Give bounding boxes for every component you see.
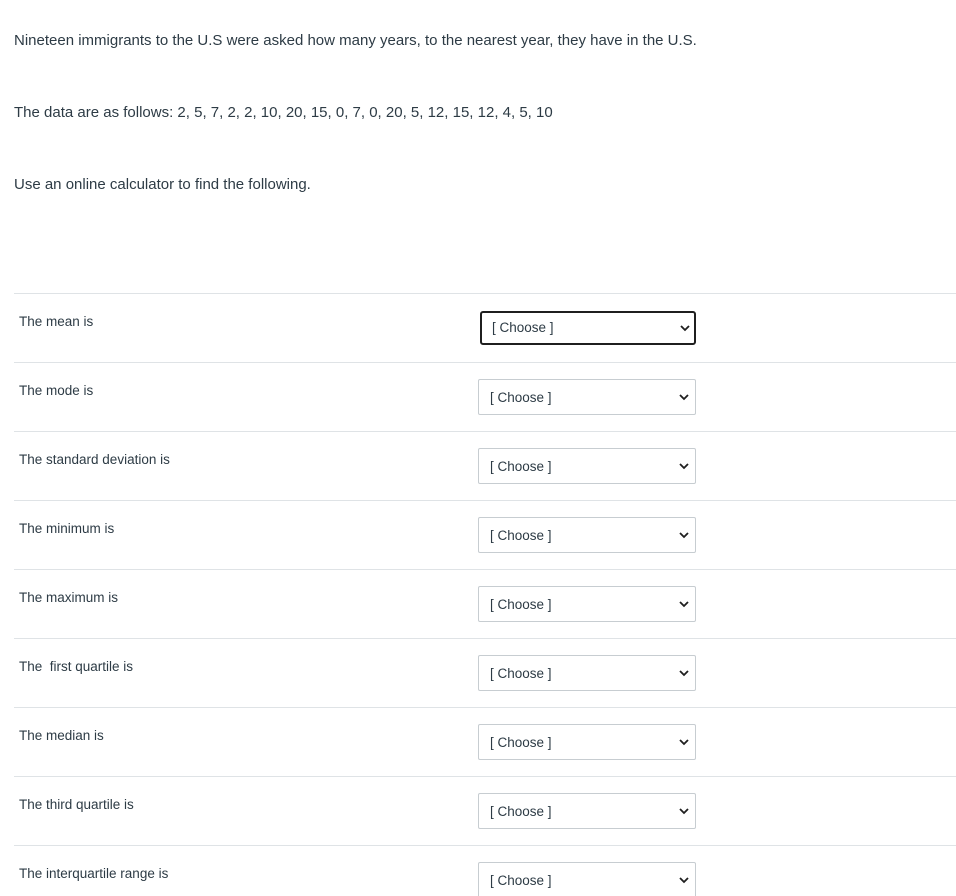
- chevron-down-icon: [679, 877, 689, 884]
- mean-select-value: [ Choose ]: [492, 320, 554, 335]
- answer-label-minimum: The minimum is: [19, 521, 115, 536]
- chevron-down-icon: [680, 325, 690, 332]
- answer-row-standard-deviation: The standard deviation is [ Choose ]: [14, 431, 956, 500]
- chevron-down-icon: [679, 808, 689, 815]
- answer-row-median: The median is [ Choose ]: [14, 707, 956, 776]
- answer-label-median: The median is: [19, 728, 104, 743]
- median-select[interactable]: [ Choose ]: [478, 724, 696, 760]
- chevron-down-icon: [679, 670, 689, 677]
- answer-row-interquartile-range: The interquartile range is [ Choose ]: [14, 845, 956, 896]
- answer-label-mean: The mean is: [19, 314, 94, 329]
- answer-row-minimum: The minimum is [ Choose ]: [14, 500, 956, 569]
- question-instruction: Use an online calculator to find the fol…: [14, 176, 311, 193]
- mode-select[interactable]: [ Choose ]: [478, 379, 696, 415]
- standard-deviation-select[interactable]: [ Choose ]: [478, 448, 696, 484]
- maximum-select-value: [ Choose ]: [490, 597, 552, 612]
- median-select-value: [ Choose ]: [490, 735, 552, 750]
- answer-label-interquartile-range: The interquartile range is: [19, 866, 169, 881]
- answer-label-standard-deviation: The standard deviation is: [19, 452, 170, 467]
- answer-label-mode: The mode is: [19, 383, 94, 398]
- standard-deviation-select-value: [ Choose ]: [490, 459, 552, 474]
- answer-row-first-quartile: The first quartile is [ Choose ]: [14, 638, 956, 707]
- chevron-down-icon: [679, 739, 689, 746]
- answer-row-maximum: The maximum is [ Choose ]: [14, 569, 956, 638]
- answer-row-mode: The mode is [ Choose ]: [14, 362, 956, 431]
- minimum-select-value: [ Choose ]: [490, 528, 552, 543]
- answer-label-third-quartile: The third quartile is: [19, 797, 134, 812]
- third-quartile-select-value: [ Choose ]: [490, 804, 552, 819]
- quiz-question-page: Nineteen immigrants to the U.S were aske…: [0, 0, 956, 896]
- answer-list: The mean is [ Choose ] The mode is [ Cho…: [14, 293, 956, 896]
- answer-row-mean: The mean is [ Choose ]: [14, 293, 956, 362]
- chevron-down-icon: [679, 532, 689, 539]
- answer-row-third-quartile: The third quartile is [ Choose ]: [14, 776, 956, 845]
- answer-label-maximum: The maximum is: [19, 590, 119, 605]
- chevron-down-icon: [679, 601, 689, 608]
- chevron-down-icon: [679, 394, 689, 401]
- third-quartile-select[interactable]: [ Choose ]: [478, 793, 696, 829]
- interquartile-range-select-value: [ Choose ]: [490, 873, 552, 888]
- first-quartile-select-value: [ Choose ]: [490, 666, 552, 681]
- answer-label-first-quartile: The first quartile is: [19, 659, 134, 674]
- question-intro: Nineteen immigrants to the U.S were aske…: [14, 32, 697, 49]
- mean-select[interactable]: [ Choose ]: [480, 311, 696, 345]
- interquartile-range-select[interactable]: [ Choose ]: [478, 862, 696, 896]
- question-data-line: The data are as follows: 2, 5, 7, 2, 2, …: [14, 104, 553, 121]
- minimum-select[interactable]: [ Choose ]: [478, 517, 696, 553]
- mode-select-value: [ Choose ]: [490, 390, 552, 405]
- first-quartile-select[interactable]: [ Choose ]: [478, 655, 696, 691]
- chevron-down-icon: [679, 463, 689, 470]
- maximum-select[interactable]: [ Choose ]: [478, 586, 696, 622]
